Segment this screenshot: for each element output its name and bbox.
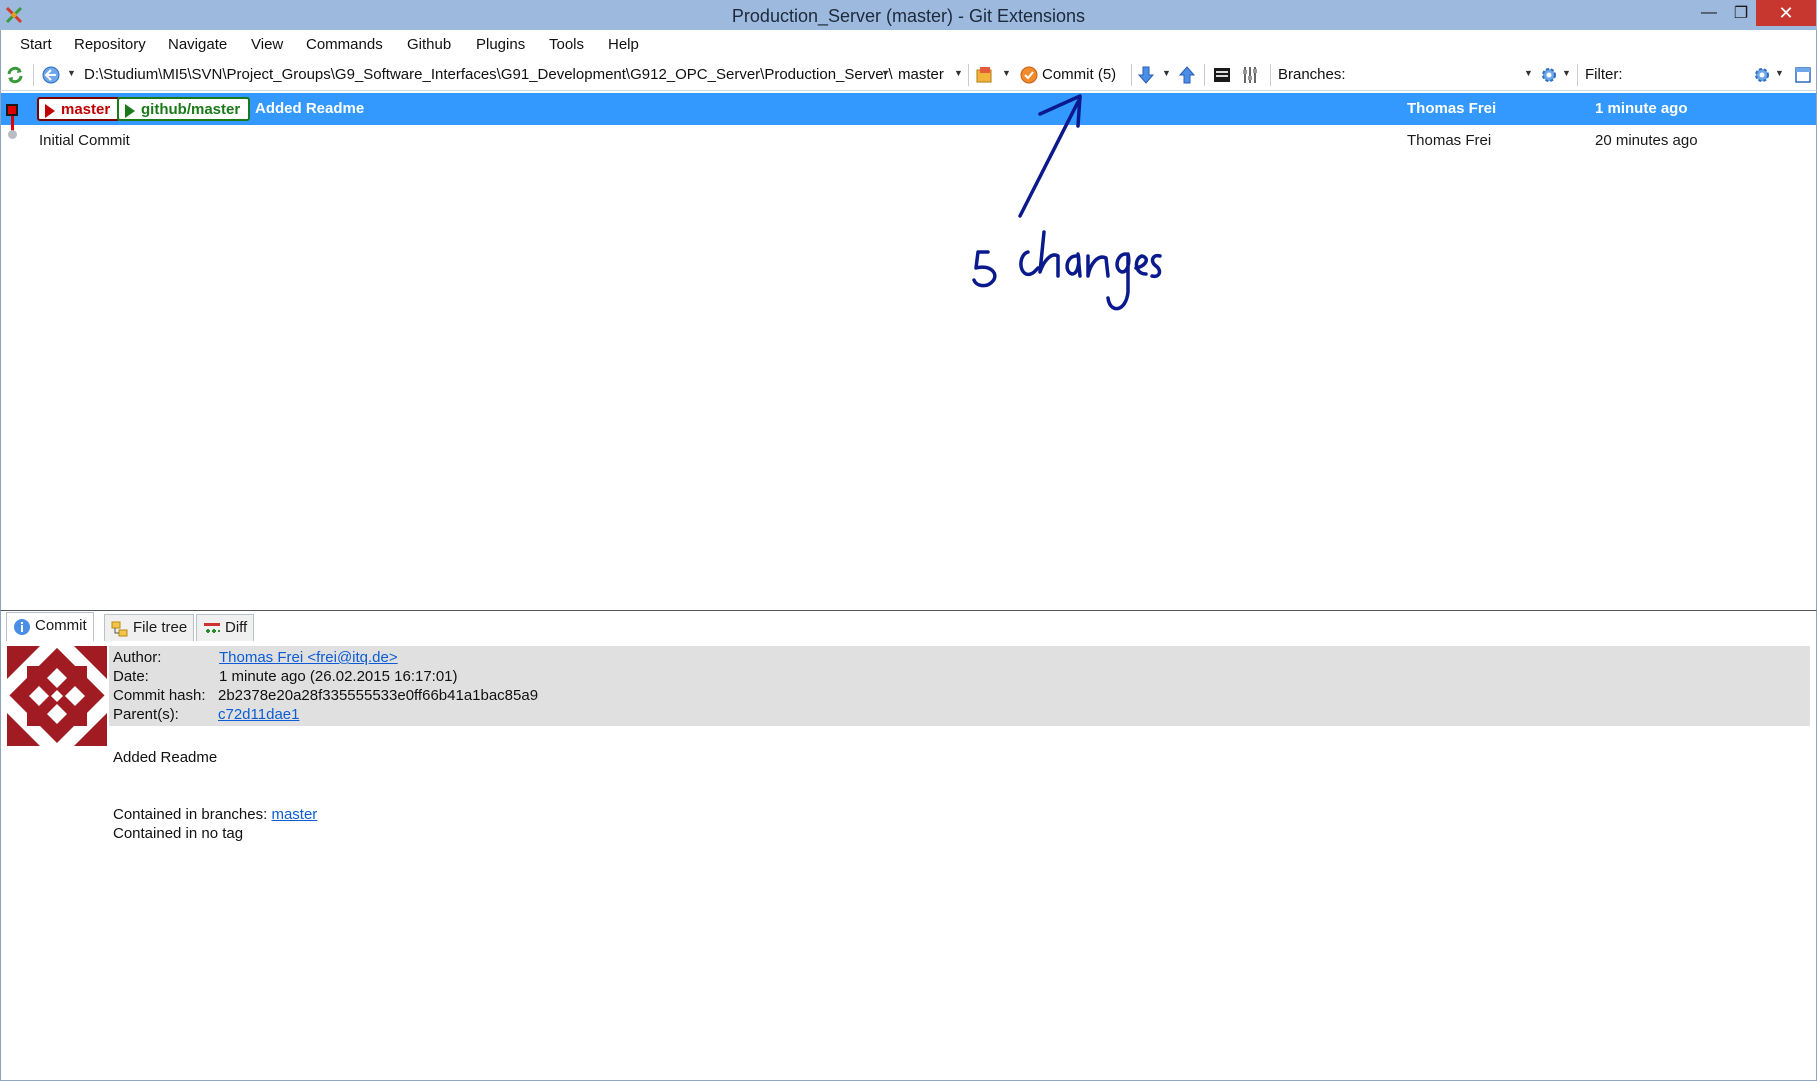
handwritten-annotation xyxy=(960,92,1170,332)
date-value: 1 minute ago (26.02.2015 16:17:01) xyxy=(219,668,458,685)
menu-plugins[interactable]: Plugins xyxy=(476,36,525,53)
window-title: Production_Server (master) - Git Extensi… xyxy=(731,6,1086,26)
branch-label-remote[interactable]: github/master xyxy=(117,97,251,121)
back-icon[interactable] xyxy=(41,65,61,85)
pull-icon[interactable] xyxy=(1136,65,1156,85)
console-icon[interactable] xyxy=(1212,65,1232,85)
minimize-button[interactable]: — xyxy=(1692,0,1726,26)
commit-details-panel: Author: Thomas Frei <frei@itq.de> Date: … xyxy=(0,641,1817,1081)
parent-hash-link[interactable]: c72d11dae1 xyxy=(218,706,299,723)
repository-path[interactable]: D:\Studium\MI5\SVN\Project_Groups\G9_Sof… xyxy=(84,66,893,83)
commit-date: 20 minutes ago xyxy=(1595,132,1698,149)
filter-settings-dropdown-icon[interactable]: ▼ xyxy=(1775,68,1784,78)
branches-label: Branches: xyxy=(1278,66,1346,83)
stash-icon[interactable] xyxy=(975,65,995,85)
branch-label-master[interactable]: master xyxy=(37,97,121,121)
commit-hash-label: Commit hash: xyxy=(113,687,206,704)
commit-message: Initial Commit xyxy=(39,132,130,149)
branch-selector[interactable]: master xyxy=(898,66,944,83)
menu-help[interactable]: Help xyxy=(608,36,639,53)
contained-in-tags: Contained in no tag xyxy=(113,825,244,842)
layout-icon[interactable] xyxy=(1793,65,1813,85)
settings-tools-icon[interactable] xyxy=(1240,65,1260,85)
menu-view[interactable]: View xyxy=(251,36,283,53)
avatar xyxy=(7,646,107,746)
path-dropdown-icon[interactable]: ▼ xyxy=(881,68,890,78)
commit-author: Thomas Frei xyxy=(1407,100,1497,117)
stash-dropdown-icon[interactable]: ▼ xyxy=(1002,68,1011,78)
menu-github[interactable]: Github xyxy=(407,36,451,53)
annotation-arrow-icon xyxy=(972,94,1162,311)
tab-diff[interactable]: Diff xyxy=(196,614,255,641)
author-link[interactable]: Thomas Frei <frei@itq.de> xyxy=(219,649,398,666)
toolbar-separator xyxy=(1131,64,1132,86)
toolbar-separator xyxy=(968,64,969,86)
info-icon xyxy=(14,619,30,635)
pull-dropdown-icon[interactable]: ▼ xyxy=(1162,68,1171,78)
commit-message-body: Added Readme xyxy=(113,749,218,766)
commit-row[interactable]: Initial Commit Thomas Frei 20 minutes ag… xyxy=(1,125,1816,157)
graph-node-head xyxy=(6,104,18,116)
title-bar: Production_Server (master) - Git Extensi… xyxy=(0,0,1817,30)
menu-start[interactable]: Start xyxy=(20,36,52,53)
file-tree-icon xyxy=(111,621,128,637)
commit-hash-value: 2b2378e20a28f335555533e0ff66b41a1bac85a9 xyxy=(218,687,539,704)
commit-date: 1 minute ago xyxy=(1595,100,1688,117)
commit-row[interactable]: master github/master Added Readme Thomas… xyxy=(1,93,1816,132)
toolbar-separator xyxy=(1270,64,1271,86)
branch-dropdown-icon[interactable]: ▼ xyxy=(954,68,963,78)
contained-in-branches: Contained in branches: master xyxy=(113,806,317,823)
back-dropdown-icon[interactable]: ▼ xyxy=(67,68,76,78)
menu-tools[interactable]: Tools xyxy=(549,36,584,53)
branches-filter-input[interactable] xyxy=(1348,63,1524,87)
maximize-button[interactable]: ❐ xyxy=(1724,0,1758,26)
branches-settings-dropdown-icon[interactable]: ▼ xyxy=(1562,68,1571,78)
branch-arrow-icon xyxy=(45,104,55,118)
push-icon[interactable] xyxy=(1177,65,1197,85)
toolbar-separator xyxy=(1204,64,1205,86)
branch-link-master[interactable]: master xyxy=(271,806,317,823)
tab-label: File tree xyxy=(133,619,188,636)
commit-list[interactable]: master github/master Added Readme Thomas… xyxy=(0,91,1817,611)
toolbar: ▼ D:\Studium\MI5\SVN\Project_Groups\G9_S… xyxy=(0,59,1817,91)
remote-branch-arrow-icon xyxy=(125,104,135,118)
filter-label: Filter: xyxy=(1585,66,1623,83)
date-label: Date: xyxy=(113,668,149,685)
author-label: Author: xyxy=(113,649,162,666)
parents-label: Parent(s): xyxy=(113,706,179,723)
commit-status-icon[interactable] xyxy=(1019,65,1039,85)
tab-label: Commit xyxy=(35,617,87,634)
toolbar-separator xyxy=(1577,64,1578,86)
detail-tab-bar: Commit File tree Diff xyxy=(0,611,1817,641)
menu-repository[interactable]: Repository xyxy=(74,36,146,53)
commit-author: Thomas Frei xyxy=(1407,132,1492,149)
refresh-icon[interactable] xyxy=(5,65,25,85)
menu-navigate[interactable]: Navigate xyxy=(168,36,227,53)
commit-message: Added Readme xyxy=(255,100,365,117)
menu-commands[interactable]: Commands xyxy=(306,36,383,53)
filter-settings-icon[interactable] xyxy=(1752,65,1772,85)
branch-label-text: master xyxy=(61,101,111,118)
graph-node xyxy=(8,130,17,139)
close-button[interactable]: ✕ xyxy=(1756,0,1816,26)
branches-settings-icon[interactable] xyxy=(1539,65,1559,85)
filter-input[interactable] xyxy=(1631,63,1741,87)
commit-button[interactable]: Commit (5) xyxy=(1042,66,1116,83)
diff-icon xyxy=(204,623,220,633)
tab-commit[interactable]: Commit xyxy=(6,612,94,641)
branches-dropdown-icon[interactable]: ▼ xyxy=(1524,68,1533,78)
tab-label: Diff xyxy=(225,619,248,636)
commit-metadata: Author: Thomas Frei <frei@itq.de> Date: … xyxy=(109,646,1810,726)
branches-prefix: Contained in branches: xyxy=(113,806,268,823)
branch-label-text: github/master xyxy=(141,101,241,118)
toolbar-separator xyxy=(33,64,34,86)
menu-bar: Start Repository Navigate View Commands … xyxy=(0,30,1817,59)
tab-file-tree[interactable]: File tree xyxy=(104,614,195,641)
